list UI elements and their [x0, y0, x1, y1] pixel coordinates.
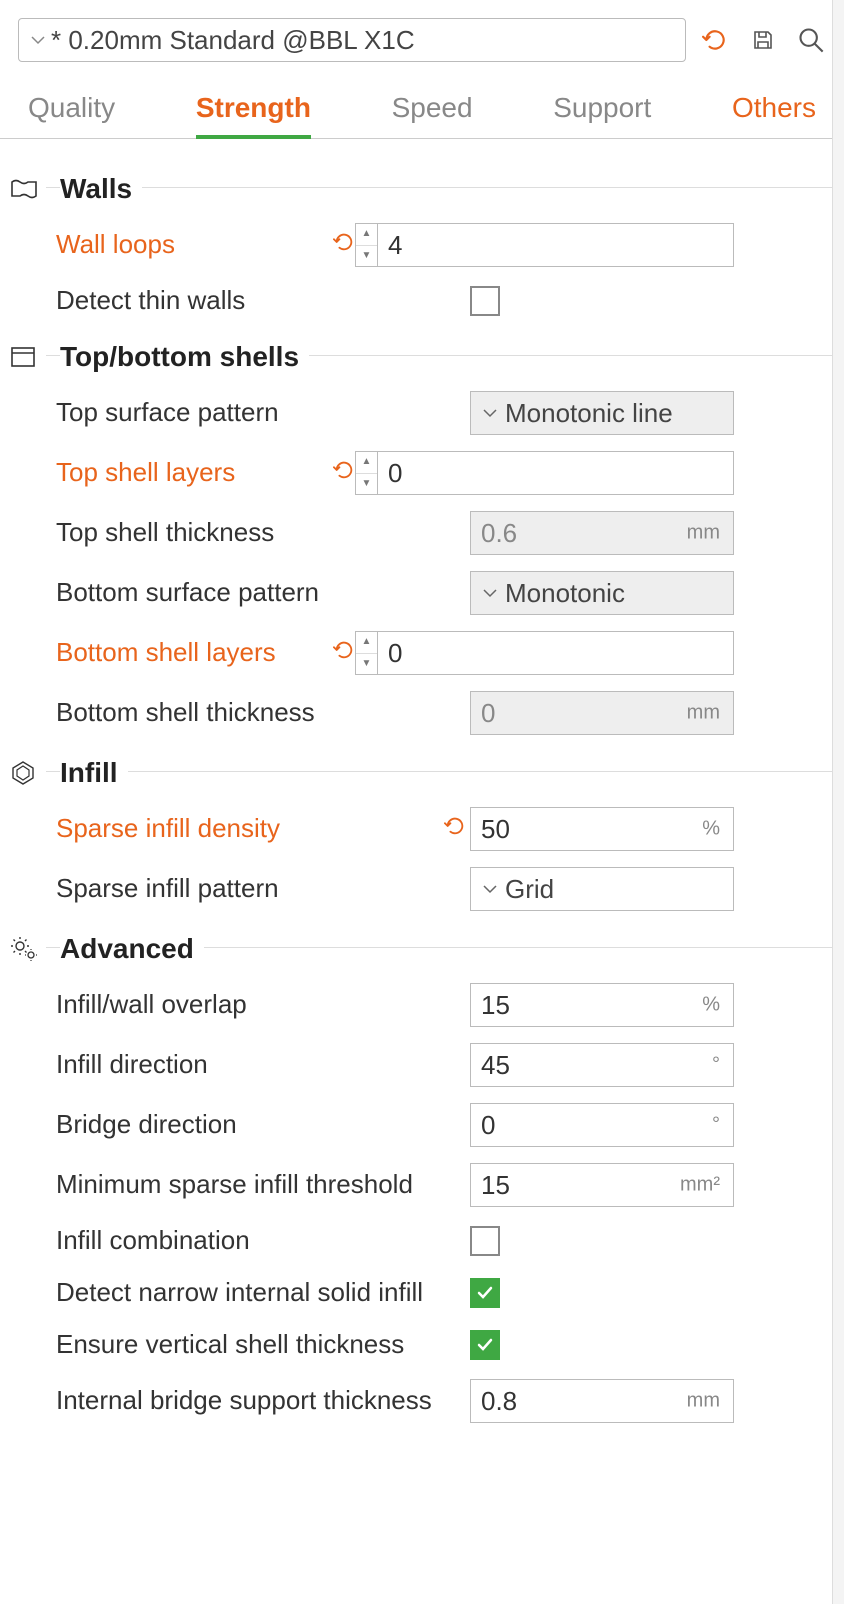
top-shell-layers-input[interactable]: ▲▼ [355, 451, 734, 495]
sparse-infill-pattern-label: Sparse infill pattern [10, 872, 440, 906]
section-topbottom: Top/bottom shells [10, 327, 834, 383]
preset-select[interactable]: * 0.20mm Standard @BBL X1C [18, 18, 686, 62]
tab-quality[interactable]: Quality [28, 92, 115, 138]
ensure-vertical-shell-checkbox[interactable] [470, 1330, 500, 1360]
scrollbar[interactable] [832, 0, 844, 1604]
walls-icon [10, 178, 46, 200]
gear-icon [10, 936, 46, 962]
bottom-shell-thickness-label: Bottom shell thickness [10, 696, 440, 730]
infill-combination-label: Infill combination [10, 1224, 440, 1258]
sparse-infill-pattern-select[interactable]: Grid [470, 867, 734, 911]
reset-preset-icon[interactable] [700, 25, 730, 55]
bridge-direction-label: Bridge direction [10, 1108, 440, 1142]
top-surface-pattern-label: Top surface pattern [10, 396, 440, 430]
infill-direction-label: Infill direction [10, 1048, 440, 1082]
reset-icon[interactable] [333, 459, 355, 488]
tab-strength[interactable]: Strength [196, 92, 311, 138]
top-shell-thickness-label: Top shell thickness [10, 516, 440, 550]
infill-wall-overlap-input[interactable] [470, 983, 734, 1027]
shells-icon [10, 346, 46, 368]
reset-icon[interactable] [333, 639, 355, 668]
bridge-direction-input[interactable] [470, 1103, 734, 1147]
reset-icon[interactable] [444, 815, 466, 844]
tab-support[interactable]: Support [553, 92, 651, 138]
ensure-vertical-shell-label: Ensure vertical shell thickness [10, 1328, 440, 1362]
chevron-down-icon [483, 588, 497, 598]
wall-loops-input[interactable]: ▲▼ [355, 223, 734, 267]
tab-others[interactable]: Others [732, 92, 816, 138]
detect-narrow-internal-label: Detect narrow internal solid infill [10, 1276, 440, 1310]
bottom-shell-layers-label: Bottom shell layers [10, 636, 333, 670]
bottom-surface-pattern-label: Bottom surface pattern [10, 576, 440, 610]
preset-label: * 0.20mm Standard @BBL X1C [51, 25, 415, 56]
chevron-down-icon [483, 408, 497, 418]
top-surface-pattern-select[interactable]: Monotonic line [470, 391, 734, 435]
tab-speed[interactable]: Speed [392, 92, 473, 138]
infill-icon [10, 760, 46, 786]
reset-icon[interactable] [333, 231, 355, 260]
section-walls: Walls [10, 159, 834, 215]
top-shell-layers-label: Top shell layers [10, 456, 333, 490]
bottom-shell-layers-input[interactable]: ▲▼ [355, 631, 734, 675]
detect-thin-walls-checkbox[interactable] [470, 286, 500, 316]
chevron-down-icon [483, 884, 497, 894]
min-sparse-infill-threshold-label: Minimum sparse infill threshold [10, 1168, 440, 1202]
sparse-infill-density-input[interactable] [470, 807, 734, 851]
chevron-down-icon [29, 31, 47, 49]
search-icon[interactable] [796, 25, 826, 55]
detect-narrow-internal-checkbox[interactable] [470, 1278, 500, 1308]
infill-wall-overlap-label: Infill/wall overlap [10, 988, 440, 1022]
infill-direction-input[interactable] [470, 1043, 734, 1087]
bottom-surface-pattern-select[interactable]: Monotonic [470, 571, 734, 615]
internal-bridge-support-label: Internal bridge support thickness [10, 1384, 440, 1418]
wall-loops-label: Wall loops [10, 228, 333, 262]
save-icon[interactable] [748, 25, 778, 55]
infill-combination-checkbox[interactable] [470, 1226, 500, 1256]
tabs: Quality Strength Speed Support Others [0, 72, 844, 139]
section-infill: Infill [10, 743, 834, 799]
section-advanced: Advanced [10, 919, 834, 975]
sparse-infill-density-label: Sparse infill density [10, 812, 440, 846]
detect-thin-walls-label: Detect thin walls [10, 284, 440, 318]
